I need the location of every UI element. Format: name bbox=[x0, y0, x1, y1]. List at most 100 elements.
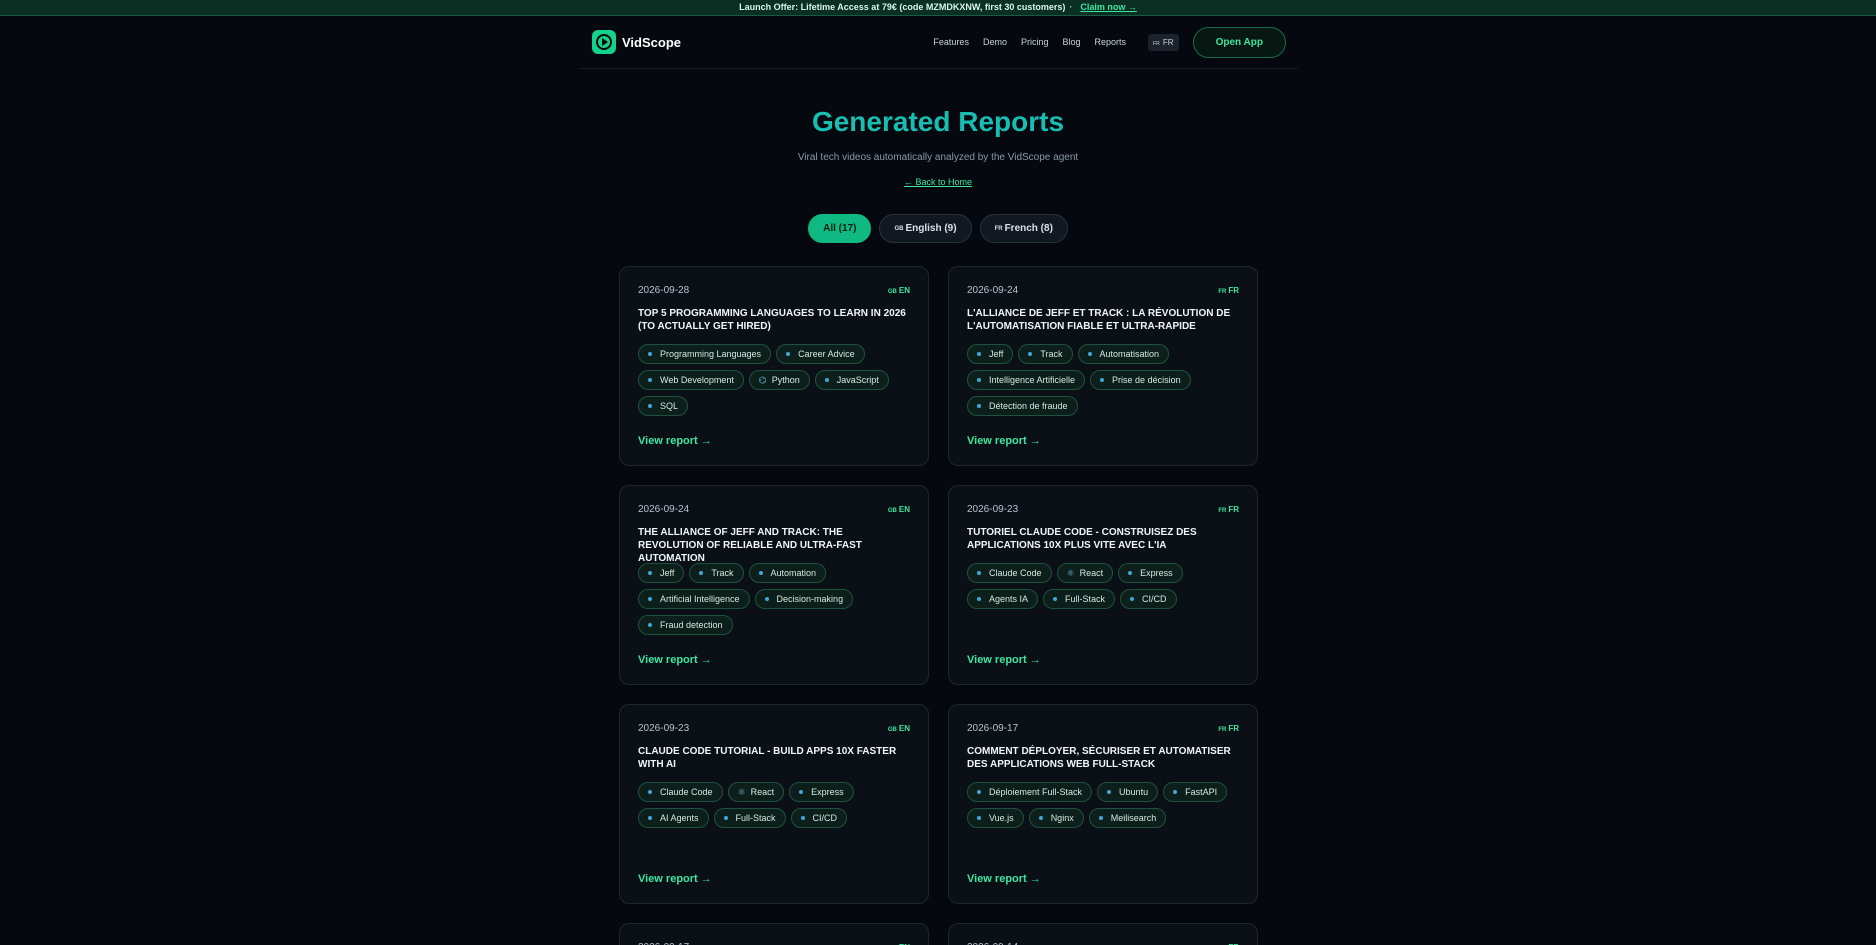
bullet-icon bbox=[799, 790, 804, 794]
bullet-icon bbox=[1107, 790, 1112, 794]
tag-label: JavaScript bbox=[836, 375, 879, 385]
report-card[interactable]: 2026-09-14FRFR bbox=[948, 923, 1258, 945]
tag-label: Express bbox=[1140, 568, 1173, 578]
filter-all-label: All (17) bbox=[823, 223, 857, 234]
open-app-button[interactable]: Open App bbox=[1192, 26, 1286, 58]
bullet-icon bbox=[1128, 571, 1133, 575]
bullet-icon bbox=[1028, 352, 1033, 356]
nav-links: Features Demo Pricing Blog Reports bbox=[933, 37, 1126, 47]
tag-chip: Intelligence Artificielle bbox=[967, 370, 1086, 390]
promo-claim-link[interactable]: Claim now → bbox=[1080, 2, 1137, 12]
bullet-icon bbox=[824, 378, 829, 382]
bullet-icon bbox=[648, 352, 652, 356]
bullet-icon bbox=[1130, 597, 1135, 601]
tag-label: Fraud detection bbox=[660, 620, 723, 630]
report-date: 2026-09-28 bbox=[638, 285, 690, 296]
tag-label: Programming Languages bbox=[660, 349, 762, 359]
report-card[interactable]: 2026-09-24 FR FR L'ALLIANCE DE JEFF ET TRAC… bbox=[948, 266, 1258, 466]
tag-chip: Track bbox=[1018, 344, 1073, 364]
view-report-link[interactable]: View report → bbox=[967, 435, 1041, 447]
flag-icon: FR bbox=[1218, 727, 1227, 733]
view-report-link[interactable]: View report → bbox=[967, 654, 1041, 666]
bullet-icon bbox=[648, 790, 652, 794]
nav-reports[interactable]: Reports bbox=[1095, 37, 1127, 47]
view-report-link[interactable]: View report → bbox=[967, 873, 1041, 885]
report-title: THE ALLIANCE OF JEFF AND TRACK: THE REVO… bbox=[638, 527, 862, 564]
report-card[interactable]: 2026-09-23 GB EN CLAUDE CODE TUTORIAL - BUI… bbox=[619, 704, 929, 904]
filter-french-label: French (8) bbox=[1004, 223, 1053, 234]
tag-chip: CI/CD bbox=[1120, 589, 1177, 609]
back-home-link[interactable]: ← Back to Home bbox=[904, 177, 972, 187]
view-report-link[interactable]: View report → bbox=[638, 435, 712, 447]
brand-link[interactable]: VidScope bbox=[592, 30, 681, 54]
tag-label: Déploiement Full-Stack bbox=[989, 787, 1083, 797]
bullet-icon bbox=[800, 816, 805, 820]
promo-text: Launch Offer: Lifetime Access at 79€ (co… bbox=[739, 2, 1066, 12]
view-report-link[interactable]: View report → bbox=[638, 873, 712, 885]
tag-label: Automation bbox=[770, 568, 817, 578]
tag-chip: SQL bbox=[638, 396, 689, 416]
bullet-icon bbox=[1053, 597, 1058, 601]
tag-label: Full-Stack bbox=[1065, 594, 1106, 604]
report-language-badge: GBEN bbox=[888, 505, 910, 514]
tag-chip: CI/CD bbox=[790, 808, 848, 828]
tag-label: Vue.js bbox=[989, 813, 1014, 823]
bullet-icon bbox=[977, 571, 981, 575]
tag-label: Prise de décision bbox=[1112, 375, 1181, 385]
report-language-label: FR bbox=[1228, 286, 1239, 295]
tag-label: SQL bbox=[660, 401, 679, 411]
report-title: COMMENT DÉPLOYER, SÉCURISER ET AUTOMATIS… bbox=[967, 746, 1231, 770]
tag-label: Express bbox=[811, 787, 844, 797]
bullet-icon bbox=[764, 597, 769, 601]
language-toggle[interactable]: FR FR bbox=[1148, 33, 1179, 51]
tag-chip: Ubuntu bbox=[1097, 782, 1159, 802]
bullet-icon bbox=[786, 352, 791, 356]
bullet-icon bbox=[699, 571, 704, 575]
report-language-label: EN bbox=[898, 505, 910, 514]
bullet-icon bbox=[1098, 816, 1103, 820]
filter-all[interactable]: All (17) bbox=[808, 214, 872, 243]
nav-blog[interactable]: Blog bbox=[1062, 37, 1080, 47]
tag-label: Claude Code bbox=[989, 568, 1042, 578]
tag-label: Career Advice bbox=[798, 349, 855, 359]
flag-icon: FR bbox=[1218, 508, 1227, 514]
filter-english[interactable]: GB English (9) bbox=[879, 214, 972, 243]
tag-chip: Déploiement Full-Stack bbox=[967, 782, 1093, 802]
filter-french[interactable]: FR French (8) bbox=[979, 214, 1068, 243]
tag-chip: Automatisation bbox=[1077, 344, 1170, 364]
flag-icon: GB bbox=[887, 508, 897, 514]
bullet-icon bbox=[648, 571, 652, 575]
report-language-label: FR bbox=[1228, 505, 1239, 514]
tag-chip: Jeff bbox=[967, 344, 1014, 364]
report-card[interactable]: 2026-09-17 FR FR COMMENT DÉPLOYER, SÉCURISE… bbox=[948, 704, 1258, 904]
report-language-badge: GBEN bbox=[888, 724, 910, 733]
bullet-icon bbox=[648, 404, 652, 408]
bullet-icon bbox=[977, 352, 981, 356]
report-tags: Claude Code ⚛ React Express Agents IA Full-St… bbox=[967, 563, 1239, 609]
tag-chip: Artificial Intelligence bbox=[638, 589, 750, 609]
report-language-label: FR bbox=[1228, 724, 1239, 733]
bullet-icon bbox=[977, 790, 981, 794]
bullet-icon bbox=[758, 571, 763, 575]
report-card[interactable]: 2026-09-23 FR FR TUTORIEL CLAUDE CODE - CON… bbox=[948, 485, 1258, 685]
nav-demo[interactable]: Demo bbox=[983, 37, 1007, 47]
tag-label: React bbox=[750, 787, 775, 797]
bullet-icon bbox=[1038, 816, 1043, 820]
bullet-icon bbox=[648, 378, 652, 382]
report-date: 2026-09-17 bbox=[967, 723, 1019, 734]
tag-label: Decision-making bbox=[776, 594, 844, 604]
gb-flag-icon: GB bbox=[894, 225, 904, 232]
report-card[interactable]: 2026-09-17GBEN bbox=[619, 923, 929, 945]
bullet-icon bbox=[648, 597, 652, 601]
nav-pricing[interactable]: Pricing bbox=[1021, 37, 1049, 47]
report-card[interactable]: 2026-09-24 GB EN THE ALLIANCE OF JEFF AND T… bbox=[619, 485, 929, 685]
report-card[interactable]: 2026-09-28 GB EN TOP 5 PROGRAMMING LANGUAGE… bbox=[619, 266, 929, 466]
tag-chip: Full-Stack bbox=[1043, 589, 1116, 609]
tag-label: Meilisearch bbox=[1110, 813, 1157, 823]
nav-features[interactable]: Features bbox=[933, 37, 969, 47]
tag-chip: Claude Code bbox=[967, 563, 1052, 583]
report-language-badge: GBEN bbox=[888, 286, 910, 295]
tag-label: Intelligence Artificielle bbox=[989, 375, 1076, 385]
fr-flag-icon: FR bbox=[1153, 40, 1160, 47]
view-report-link[interactable]: View report → bbox=[638, 654, 712, 666]
